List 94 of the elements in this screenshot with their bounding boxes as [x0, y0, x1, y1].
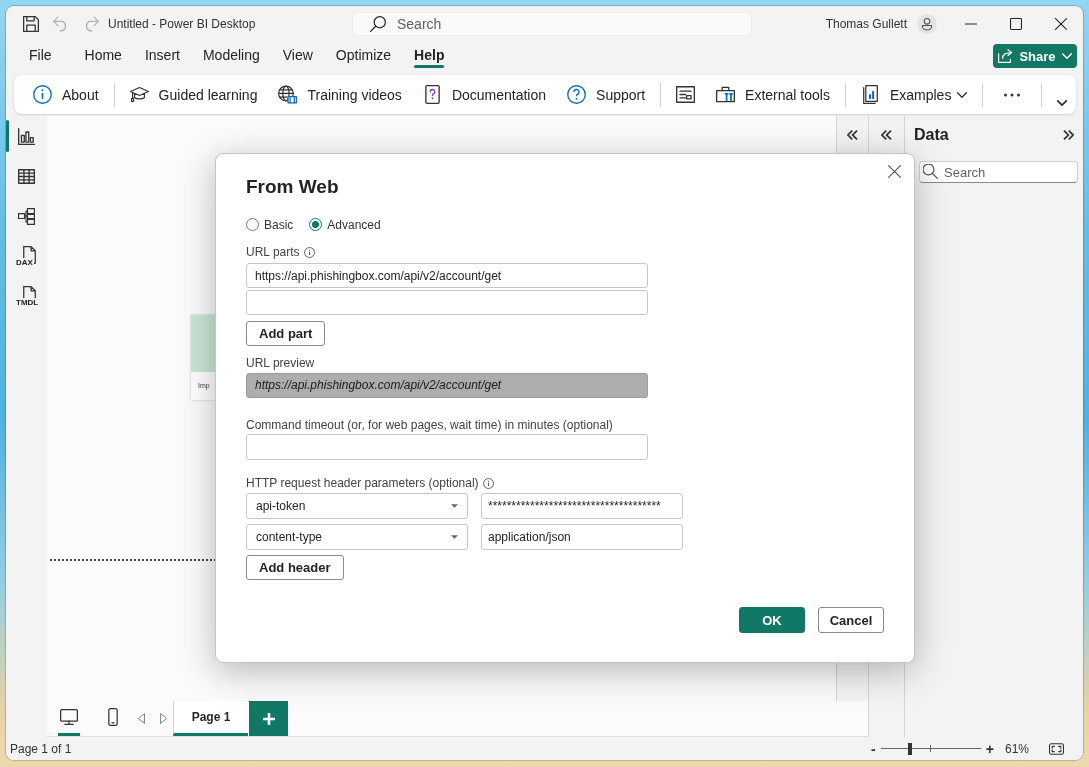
info-icon[interactable] [303, 247, 315, 258]
view-rail-button[interactable]: TMDL [6, 276, 47, 316]
page-count: Page 1 of 1 [10, 741, 72, 756]
search-icon [370, 15, 386, 32]
triangle-right-icon [160, 713, 167, 724]
document-question-icon [422, 85, 442, 104]
bar-chart-icon [18, 127, 35, 145]
plus-icon [262, 712, 275, 725]
more-icon [1004, 92, 1021, 97]
view-rail-button[interactable]: DAX [6, 236, 47, 276]
menu-tab[interactable]: Modeling [202, 41, 260, 71]
save-icon [23, 15, 39, 32]
pane-title: Data [914, 126, 949, 144]
zoom-out-button[interactable]: - [868, 740, 879, 757]
share-icon [998, 49, 1014, 63]
ribbon-button[interactable]: Training videos [274, 78, 406, 111]
fit-screen-icon [1049, 742, 1064, 755]
dialog-title: From Web [246, 175, 339, 199]
url-preview-field: https://api.phishingbox.com/api/v2/account/get [246, 373, 648, 398]
share-button[interactable]: Share [993, 44, 1077, 68]
radio-option[interactable]: Basic [246, 217, 294, 232]
radio-button[interactable] [309, 218, 323, 231]
url-part-field[interactable] [246, 290, 648, 315]
ribbon-button[interactable]: Documentation [418, 78, 551, 111]
visual-preview [191, 315, 215, 372]
help-icon [567, 85, 587, 104]
collapse-pane-button[interactable] [1061, 128, 1076, 142]
avatar-icon[interactable] [917, 13, 937, 34]
caret-down-icon [451, 535, 458, 539]
ribbon-button[interactable]: External tools [712, 78, 834, 111]
header-name-dropdown[interactable]: content-type [246, 524, 468, 550]
monitor-icon [60, 709, 78, 725]
close-icon [887, 164, 901, 178]
header-value-field[interactable]: application/json [481, 524, 683, 550]
ribbon-button[interactable]: Support [563, 78, 650, 111]
double-chevron-left-icon [847, 130, 858, 140]
menu-tab[interactable]: View [282, 41, 313, 71]
url-part-field[interactable]: https://api.phishingbox.com/api/v2/account/get [246, 263, 648, 288]
menu-tab[interactable]: File [29, 41, 52, 71]
expand-pane-button[interactable] [879, 128, 894, 142]
user-name: Thomas Gullett [825, 16, 907, 31]
menu-tab[interactable]: Optimize [335, 41, 392, 71]
ribbon-dropdown[interactable]: Examples [856, 78, 972, 111]
field-label: URL preview [246, 356, 315, 371]
field-label: Command timeout (or, for web pages, wait time) in minutes (optional) [246, 418, 613, 433]
add-header-button[interactable]: Add header [246, 555, 344, 580]
fit-to-page-button[interactable] [1049, 742, 1064, 755]
search-icon [923, 164, 938, 179]
double-chevron-left-icon [881, 130, 892, 140]
window-title: Untitled - Power BI Desktop [108, 16, 256, 31]
mortarboard-icon [129, 85, 149, 104]
ribbon-button[interactable]: Guided learning [125, 78, 262, 111]
ribbon-button[interactable]: About [29, 78, 103, 111]
chevron-down-icon [1061, 53, 1072, 59]
zoom-level: 61% [1004, 741, 1029, 756]
menu-tab[interactable]: Home [84, 41, 122, 71]
triangle-left-icon [138, 713, 145, 724]
globe-icon [278, 85, 298, 104]
timeout-field[interactable] [246, 434, 648, 460]
page-tab[interactable]: Page 1 [173, 701, 248, 736]
field-label: HTTP request header parameters (optional) [246, 476, 479, 491]
menu-tab[interactable]: Help [414, 41, 445, 71]
phone-icon [108, 708, 118, 726]
cancel-button[interactable]: Cancel [818, 607, 884, 633]
add-part-button[interactable]: Add part [246, 321, 326, 346]
minimize-icon [964, 22, 977, 25]
info-icon [33, 85, 52, 104]
ok-button[interactable]: OK [739, 607, 805, 633]
chevron-down-icon [957, 91, 968, 98]
report-pages-icon [860, 85, 880, 104]
add-page-button[interactable] [249, 701, 288, 736]
maximize-icon [1009, 17, 1022, 30]
zoom-in-button[interactable]: + [982, 740, 997, 757]
slider-thumb[interactable] [907, 742, 912, 755]
header-value-field[interactable]: ************************************* [481, 493, 683, 519]
menu-tab[interactable]: Insert [144, 41, 180, 71]
field-label: URL parts [246, 245, 300, 260]
toolbox-icon [716, 85, 736, 104]
search-field[interactable]: Search [919, 161, 1078, 183]
radio-button[interactable] [246, 218, 259, 231]
close-icon [1054, 17, 1067, 30]
form-icon [676, 85, 696, 104]
undo-icon [53, 15, 69, 32]
table-icon [18, 167, 35, 185]
chevron-down-icon [1057, 100, 1068, 106]
model-icon [18, 207, 35, 225]
header-name-dropdown[interactable]: api-token [246, 493, 468, 519]
redo-icon [83, 15, 99, 32]
info-icon[interactable] [482, 478, 494, 489]
radio-option[interactable]: Advanced [309, 217, 381, 232]
expand-pane-button[interactable] [845, 128, 860, 142]
search-field[interactable]: Search [352, 11, 752, 36]
double-chevron-right-icon [1063, 130, 1074, 140]
caret-down-icon [451, 504, 458, 508]
